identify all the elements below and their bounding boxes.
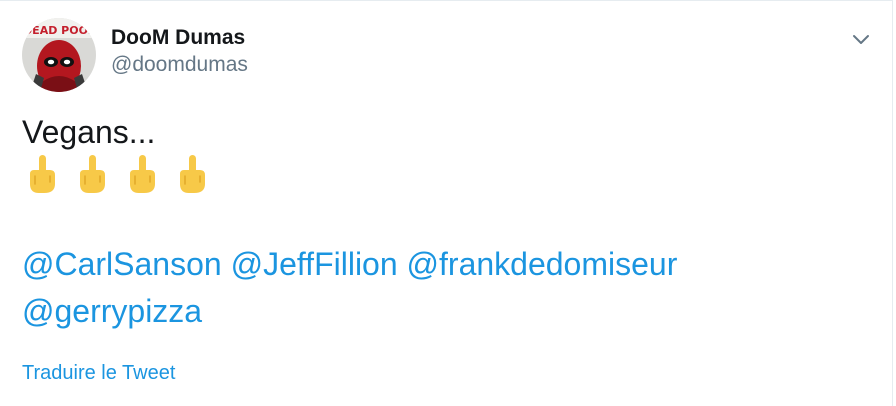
translate-tweet-link[interactable]: Traduire le Tweet [22,360,175,386]
middle-finger-emoji [130,155,155,193]
tweet-header: DEAD POOL DooM Dumas @doomdumas [22,18,248,92]
avatar-image: DEAD POOL [22,18,96,92]
avatar-logo-text: DEAD POOL [23,24,95,37]
mention-link[interactable]: @CarlSanson [22,246,222,282]
tweet-text: Vegans... [22,114,156,150]
middle-finger-emoji [30,155,55,193]
chevron-down-icon[interactable] [850,28,872,50]
avatar[interactable]: DEAD POOL [22,18,96,92]
middle-finger-emoji [180,155,205,193]
middle-finger-emoji [80,155,105,193]
emoji-row [26,154,208,194]
mention-link[interactable]: @JeffFillion [231,246,398,282]
user-handle[interactable]: @doomdumas [111,51,248,79]
tweet-card: DEAD POOL DooM Dumas @doomdumas Vegans..… [0,0,893,406]
mention-link[interactable]: @frankdedomiseur [407,246,678,282]
author-names: DooM Dumas @doomdumas [111,25,248,79]
display-name[interactable]: DooM Dumas [111,25,248,51]
mentions: @CarlSanson @JeffFillion @frankdedomiseu… [22,241,822,335]
mention-link[interactable]: @gerrypizza [22,293,202,329]
